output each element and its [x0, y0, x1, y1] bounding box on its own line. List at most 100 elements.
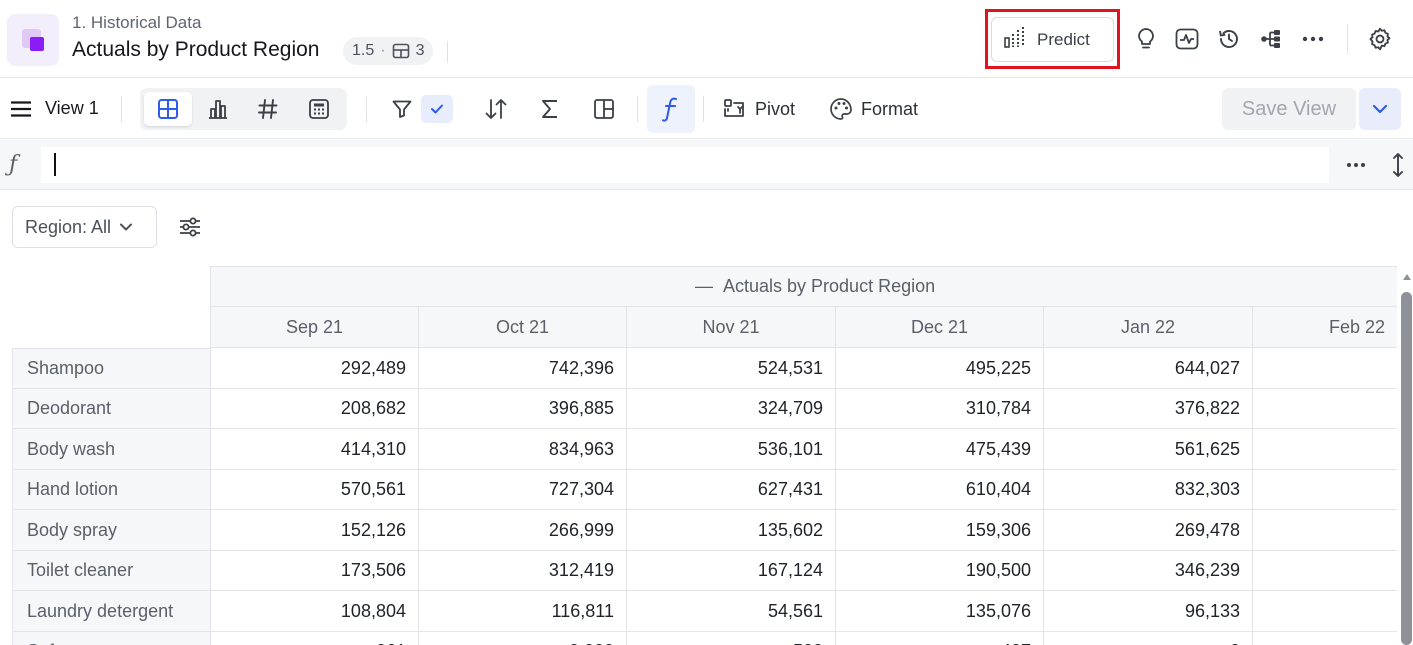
table-cell[interactable]: 414,310: [210, 429, 419, 470]
filter-applied-toggle[interactable]: [421, 95, 453, 123]
formula-input[interactable]: [41, 147, 1329, 183]
save-view-button[interactable]: Save View: [1222, 88, 1356, 130]
table-cell[interactable]: 061: [210, 632, 419, 645]
table-cell[interactable]: 500: [627, 632, 836, 645]
table-cell[interactable]: 742,396: [419, 348, 627, 389]
table-icon: [392, 42, 410, 60]
kpi-view-button[interactable]: [244, 92, 292, 126]
filter-settings-icon[interactable]: [176, 213, 204, 241]
row-header[interactable]: Body spray: [12, 510, 211, 551]
page-title[interactable]: Actuals by Product Region: [72, 38, 319, 62]
table-cell[interactable]: 727,304: [419, 470, 627, 510]
gear-icon[interactable]: [1365, 24, 1395, 54]
save-options-dropdown[interactable]: [1359, 88, 1401, 130]
table-cell[interactable]: 0: [1044, 632, 1253, 645]
table-cell[interactable]: 108,804: [210, 591, 419, 632]
table-cell[interactable]: 407: [836, 632, 1044, 645]
grid-view-button[interactable]: [144, 92, 192, 126]
region-filter-dropdown[interactable]: Region: All: [12, 206, 157, 248]
table-cell[interactable]: 269,478: [1044, 510, 1253, 551]
table-cell[interactable]: 266,999: [419, 510, 627, 551]
format-button[interactable]: Format: [829, 94, 918, 124]
table-cell[interactable]: 396,885: [419, 389, 627, 429]
table-cell[interactable]: 135,602: [627, 510, 836, 551]
calculator-view-button[interactable]: [295, 92, 343, 126]
breadcrumb[interactable]: 1. Historical Data: [72, 13, 201, 33]
table-cell[interactable]: 116,811: [419, 591, 627, 632]
table-cell[interactable]: 610,404: [836, 470, 1044, 510]
layout-button[interactable]: [588, 93, 620, 125]
formula-more-icon[interactable]: [1342, 152, 1370, 178]
table-cell[interactable]: 310,784: [836, 389, 1044, 429]
sort-button[interactable]: [480, 93, 512, 125]
table-cell[interactable]: 644,027: [1044, 348, 1253, 389]
more-icon[interactable]: [1298, 24, 1328, 54]
table-cell[interactable]: 475,439: [836, 429, 1044, 470]
row-header[interactable]: Deodorant: [12, 389, 211, 429]
table-cell[interactable]: 152,126: [210, 510, 419, 551]
table-cell[interactable]: 54,561: [627, 591, 836, 632]
table-cell[interactable]: 29: [1253, 389, 1397, 429]
pivot-button[interactable]: Pivot: [723, 94, 795, 124]
table-cell[interactable]: 135,076: [836, 591, 1044, 632]
column-header[interactable]: Oct 21: [419, 307, 627, 348]
summary-button[interactable]: [534, 93, 566, 125]
vertical-scrollbar[interactable]: [1401, 292, 1412, 645]
scroll-up-arrow-icon[interactable]: [1400, 270, 1413, 284]
formula-toggle-button[interactable]: [647, 85, 695, 133]
table-cell[interactable]: 292,489: [210, 348, 419, 389]
row-header[interactable]: Body wash: [12, 429, 211, 470]
table-cell[interactable]: 324,709: [627, 389, 836, 429]
hierarchy-icon[interactable]: [1256, 24, 1286, 54]
column-header[interactable]: Sep 21: [210, 307, 419, 348]
table-cell[interactable]: 208,682: [210, 389, 419, 429]
activity-chart-icon[interactable]: [1172, 24, 1202, 54]
row-header[interactable]: Hand lotion: [12, 470, 211, 510]
column-header[interactable]: Feb 22: [1253, 307, 1397, 348]
filter-button[interactable]: [386, 93, 418, 125]
row-header[interactable]: Sof: [12, 632, 211, 645]
app-header: 1. Historical Data Actuals by Product Re…: [0, 0, 1413, 78]
table-cell[interactable]: 2,000: [419, 632, 627, 645]
table-cell[interactable]: 834,963: [419, 429, 627, 470]
table-cell[interactable]: 832,303: [1044, 470, 1253, 510]
table-cell[interactable]: 60: [1253, 470, 1397, 510]
predict-button[interactable]: Predict: [991, 17, 1114, 62]
row-header[interactable]: Shampoo: [12, 348, 211, 389]
table-cell[interactable]: 561,625: [1044, 429, 1253, 470]
table-cell[interactable]: 34: [1253, 429, 1397, 470]
chart-view-button[interactable]: [194, 92, 242, 126]
hamburger-menu-icon[interactable]: [10, 98, 32, 120]
view-selector[interactable]: View 1: [45, 98, 99, 119]
region-filter-label: Region: All: [25, 216, 112, 237]
column-header[interactable]: Nov 21: [627, 307, 836, 348]
expand-vertical-icon[interactable]: [1386, 150, 1410, 180]
table-cell[interactable]: 54: [1253, 348, 1397, 389]
table-cell[interactable]: 190,500: [836, 551, 1044, 591]
table-cell[interactable]: 173,506: [210, 551, 419, 591]
table-cell[interactable]: 18: [1253, 510, 1397, 551]
row-header[interactable]: Laundry detergent: [12, 591, 211, 632]
table-cell[interactable]: 627,431: [627, 470, 836, 510]
column-header[interactable]: Dec 21: [836, 307, 1044, 348]
row-header[interactable]: Toilet cleaner: [12, 551, 211, 591]
table-cell[interactable]: 346,239: [1044, 551, 1253, 591]
table-cell[interactable]: 570,561: [210, 470, 419, 510]
table-cell[interactable]: 312,419: [419, 551, 627, 591]
column-header[interactable]: Jan 22: [1044, 307, 1253, 348]
table-cell[interactable]: 376,822: [1044, 389, 1253, 429]
table-cell[interactable]: 96,133: [1044, 591, 1253, 632]
table-cell[interactable]: 23: [1253, 551, 1397, 591]
table-cell[interactable]: 495,225: [836, 348, 1044, 389]
collapse-group-toggle[interactable]: — Actuals by Product Region: [695, 276, 935, 297]
history-icon[interactable]: [1214, 24, 1244, 54]
lightbulb-icon[interactable]: [1131, 24, 1161, 54]
table-cell[interactable]: 167,124: [627, 551, 836, 591]
table-cell[interactable]: 536,101: [627, 429, 836, 470]
table-cell[interactable]: 159,306: [836, 510, 1044, 551]
version-chip[interactable]: 1.5 · 3: [343, 37, 434, 65]
table-cell[interactable]: 524,531: [627, 348, 836, 389]
table-cell[interactable]: [1253, 632, 1397, 645]
format-label: Format: [861, 98, 919, 119]
table-cell[interactable]: 3: [1253, 591, 1397, 632]
